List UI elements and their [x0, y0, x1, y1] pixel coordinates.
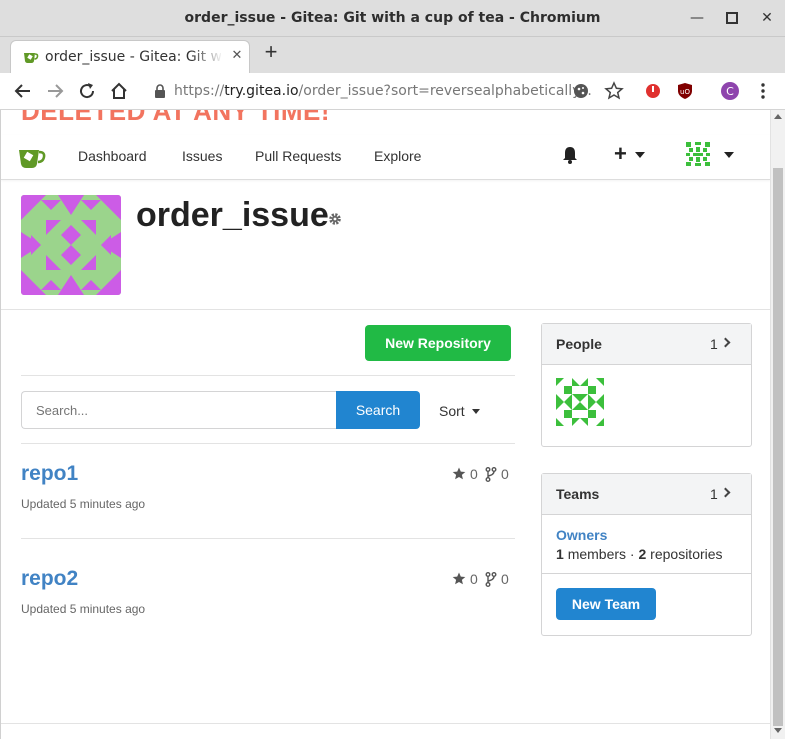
minimize-icon[interactable]: — — [688, 9, 706, 27]
forward-arrow-icon[interactable] — [45, 81, 65, 101]
reload-icon[interactable] — [77, 81, 97, 101]
divider — [21, 375, 515, 376]
extension-shield-icon[interactable] — [643, 81, 663, 101]
people-card: People 1 — [541, 323, 752, 447]
org-avatar — [21, 195, 121, 295]
gitea-logo-icon[interactable] — [17, 144, 47, 170]
chevron-right-icon — [720, 337, 731, 348]
org-header: order_issue — [1, 180, 770, 310]
browser-toolbar: https://try.gitea.io/order_issue?sort=re… — [0, 73, 785, 110]
sort-dropdown[interactable]: Sort — [439, 403, 465, 419]
create-plus-icon[interactable]: + — [614, 142, 627, 166]
user-menu-chevron-down-icon[interactable] — [724, 152, 734, 158]
maximize-icon[interactable] — [723, 9, 741, 27]
teams-card-header[interactable]: Teams 1 — [542, 474, 751, 515]
home-icon[interactable] — [109, 81, 129, 101]
team-meta: 1 members · 2 repositories — [556, 546, 723, 562]
tab-strip: order_issue - Gitea: Git with a cup of t… — [0, 37, 785, 73]
people-card-header[interactable]: People 1 — [542, 324, 751, 365]
new-team-button[interactable]: New Team — [556, 588, 656, 620]
repo-updated-time: Updated 5 minutes ago — [21, 497, 146, 511]
demo-warning-banner: DELETED AT ANY TIME! — [21, 110, 330, 126]
ublock-icon[interactable]: uO — [675, 81, 695, 101]
back-arrow-icon[interactable] — [13, 81, 33, 101]
nav-dashboard[interactable]: Dashboard — [78, 148, 147, 164]
scrollbar-thumb[interactable] — [773, 168, 783, 726]
menu-dots-icon[interactable] — [753, 81, 773, 101]
people-title: People — [556, 336, 602, 352]
create-chevron-down-icon[interactable] — [635, 152, 645, 158]
scroll-up-arrow-icon[interactable] — [774, 114, 782, 119]
close-window-icon[interactable]: ✕ — [758, 9, 776, 27]
star-count: 0 — [470, 571, 478, 587]
repo-search-input[interactable] — [21, 391, 337, 429]
svg-text:C: C — [726, 85, 734, 98]
gear-icon[interactable] — [328, 212, 342, 226]
new-tab-icon[interactable]: + — [261, 41, 281, 64]
scroll-down-arrow-icon[interactable] — [774, 728, 782, 733]
svg-text:uO: uO — [680, 88, 690, 96]
star-icon — [452, 572, 466, 585]
teams-card: Teams 1 Owners 1 members · 2 repositorie… — [541, 473, 752, 636]
org-name: order_issue — [136, 196, 329, 234]
star-icon — [452, 467, 466, 480]
fork-count: 0 — [501, 571, 509, 587]
repo-link[interactable]: repo1 — [21, 462, 78, 486]
profile-avatar-icon[interactable]: C — [720, 81, 740, 101]
gitea-navbar: Dashboard Issues Pull Requests Explore + — [1, 135, 770, 180]
browser-tab[interactable]: order_issue - Gitea: Git with a cup of t… — [10, 40, 250, 73]
fork-icon — [485, 467, 497, 482]
chevron-right-icon — [720, 487, 731, 498]
page-scrollbar[interactable] — [770, 110, 785, 739]
nav-pull-requests[interactable]: Pull Requests — [255, 148, 341, 164]
gitea-favicon-icon — [24, 53, 39, 63]
nav-issues[interactable]: Issues — [182, 148, 222, 164]
window-titlebar: order_issue - Gitea: Git with a cup of t… — [0, 0, 785, 37]
address-url: https://try.gitea.io/order_issue?sort=re… — [174, 83, 592, 99]
sort-chevron-down-icon[interactable] — [472, 409, 480, 414]
fork-count: 0 — [501, 466, 509, 482]
repo-updated-time: Updated 5 minutes ago — [21, 602, 146, 616]
repo-stats: 0 0 — [445, 571, 515, 589]
teams-title: Teams — [556, 486, 600, 502]
fork-icon — [485, 572, 497, 587]
cookie-icon[interactable] — [571, 81, 591, 101]
lock-icon — [155, 84, 165, 98]
new-repository-button[interactable]: New Repository — [365, 325, 511, 361]
user-avatar[interactable] — [685, 141, 711, 167]
bookmark-star-icon[interactable] — [604, 81, 624, 101]
footer-divider — [1, 723, 770, 724]
address-bar[interactable]: https://try.gitea.io/order_issue?sort=re… — [148, 77, 592, 105]
nav-explore[interactable]: Explore — [374, 148, 421, 164]
window-title: order_issue - Gitea: Git with a cup of t… — [184, 10, 601, 26]
search-button[interactable]: Search — [336, 391, 420, 429]
page-viewport: DELETED AT ANY TIME! Dashboard Issues Pu… — [0, 110, 770, 739]
divider — [21, 443, 515, 444]
repo-stats: 0 0 — [445, 466, 515, 484]
star-count: 0 — [470, 466, 478, 482]
repo-list-item: repo2 Updated 5 minutes ago 0 0 — [21, 567, 515, 657]
team-item: Owners 1 members · 2 repositories — [542, 515, 751, 574]
divider — [21, 538, 515, 539]
team-link[interactable]: Owners — [556, 527, 607, 543]
people-count: 1 — [710, 336, 718, 352]
repo-link[interactable]: repo2 — [21, 567, 78, 591]
member-avatar[interactable] — [556, 378, 604, 426]
tab-close-icon[interactable]: ✕ — [229, 47, 245, 63]
notifications-bell-icon[interactable] — [561, 145, 579, 165]
teams-count: 1 — [710, 486, 718, 502]
